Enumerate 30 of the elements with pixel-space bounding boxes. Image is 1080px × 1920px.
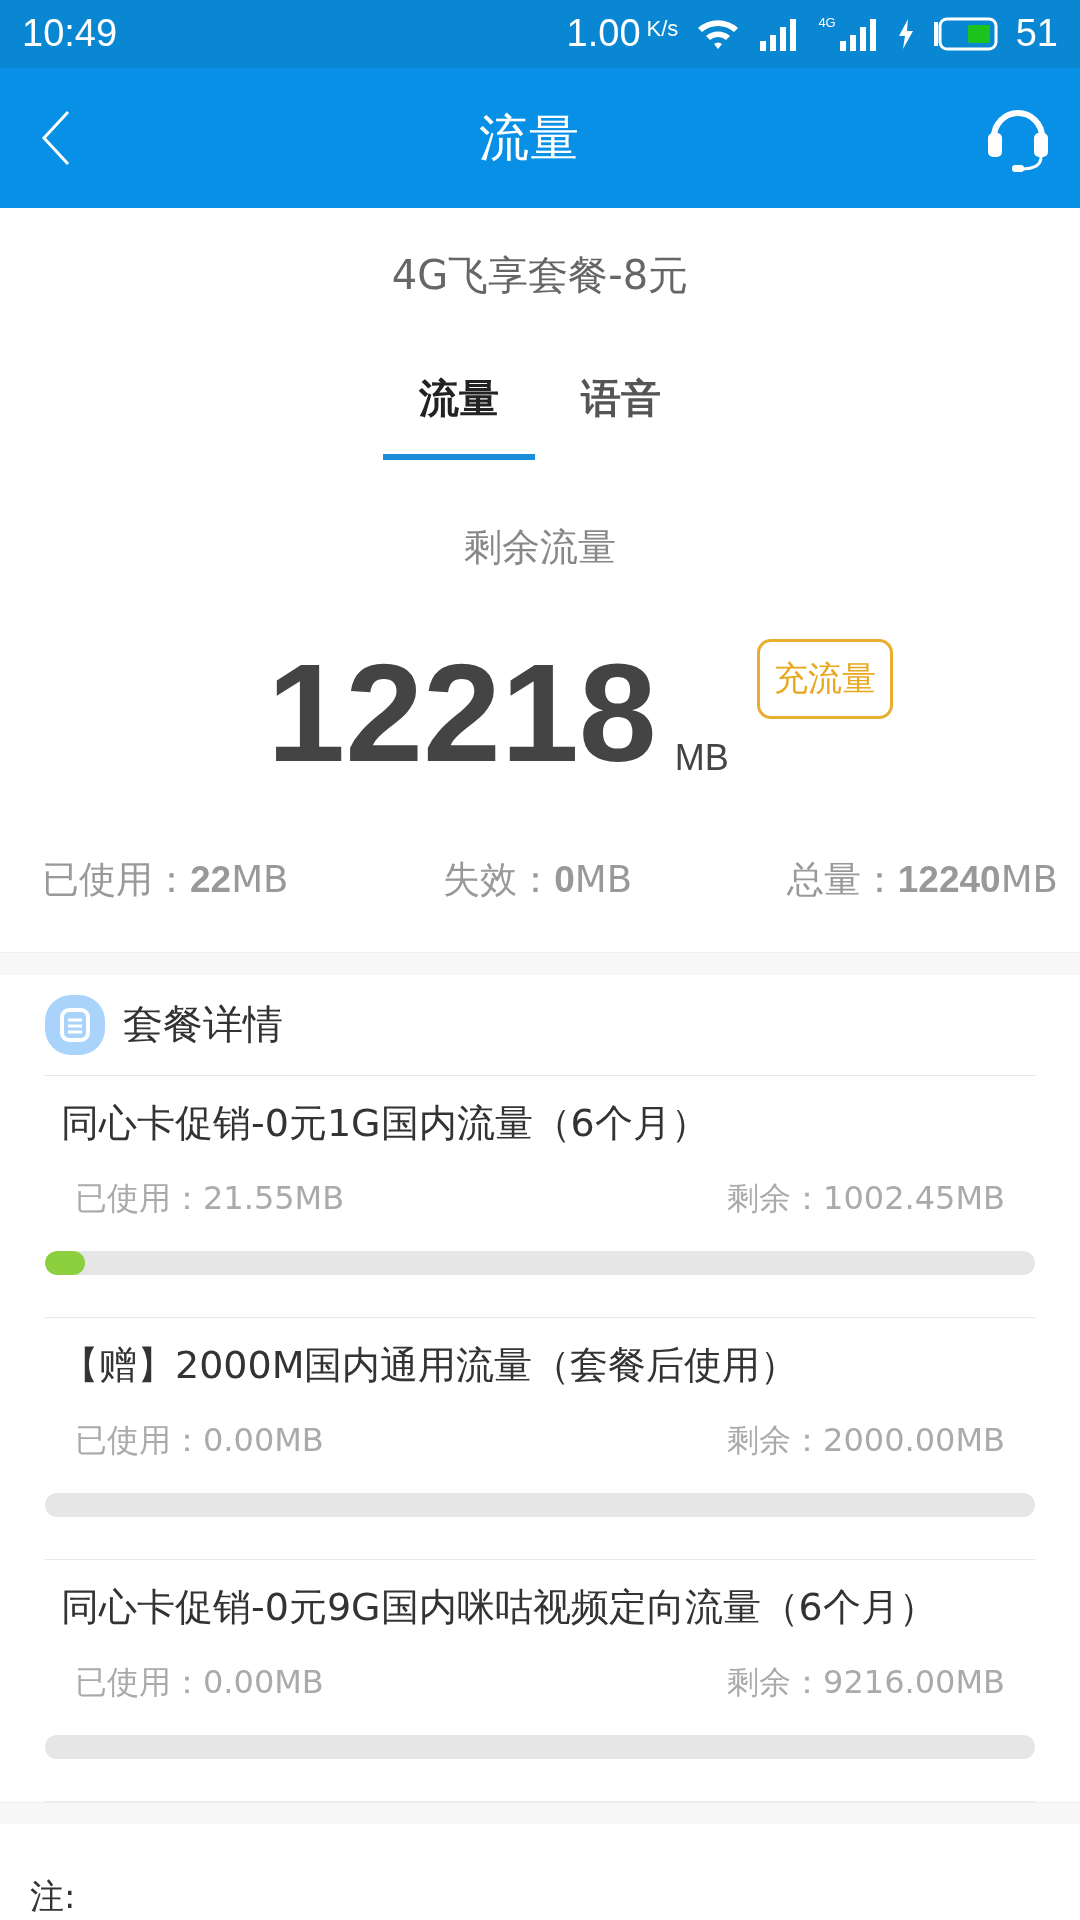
tab[interactable]: 语音 [545,363,697,461]
remaining-amount: 剩余：9216.00MB [727,1661,1005,1703]
speed-unit: K/s [646,15,679,42]
battery-icon [931,16,998,51]
note-label: 注: [30,1875,77,1918]
back-button[interactable] [40,110,72,167]
package-name: 【赠】2000M国内通用流量（套餐后使用） [61,1341,800,1389]
clock: 10:49 [22,12,119,56]
plan-name: 4G飞享套餐-8元 [390,251,690,301]
list-icon [45,994,105,1055]
usage-summary: 总量：12240MB [786,857,1058,904]
charging-icon [897,18,914,49]
usage-summary: 失效：0MB [443,857,633,904]
amount-unit: MB [674,737,729,780]
network-type: 4G [818,15,836,31]
tab[interactable]: 流量 [383,363,535,461]
used-amount: 已使用：21.55MB [75,1177,345,1219]
remaining-amount: 剩余：1002.45MB [727,1177,1005,1219]
page-title: 流量 [479,107,579,169]
used-amount: 已使用：0.00MB [75,1419,324,1461]
network-speed: 1.00 [566,12,641,56]
package-name: 同心卡促销-0元9G国内咪咕视频定向流量（6个月） [61,1583,938,1631]
remaining-amount: 剩余：2000.00MB [727,1419,1005,1461]
battery-level: 51 [1015,12,1058,56]
remaining-amount: 12218 [267,643,657,784]
used-amount: 已使用：0.00MB [75,1661,324,1703]
remaining-label: 剩余流量 [463,524,617,572]
package-name: 同心卡促销-0元1G国内流量（6个月） [61,1099,710,1147]
section-title: 套餐详情 [123,1000,283,1050]
usage-summary: 已使用：22MB [42,857,289,904]
